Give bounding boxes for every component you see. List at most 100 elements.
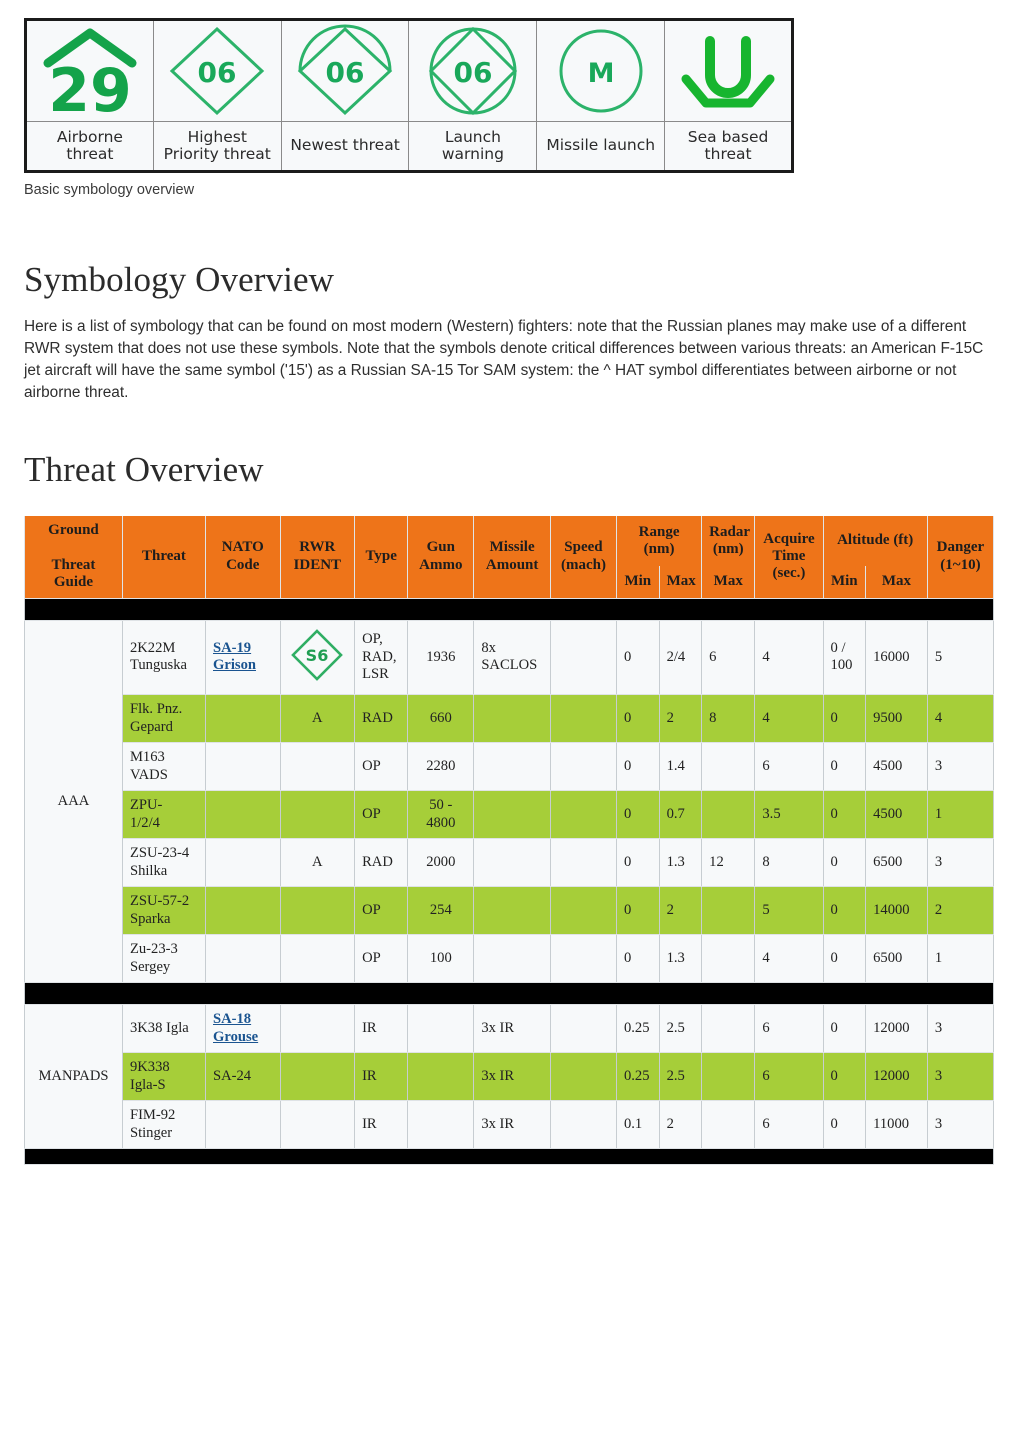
newest-threat-arc-diamond-icon: 06 bbox=[282, 21, 409, 121]
symbology-cell-newest-threat: 06 bbox=[280, 19, 410, 122]
table-row: M163 VADS OP 2280 0 1.4 6 0 4500 3 bbox=[25, 742, 995, 792]
rwr-diamond-icon: S6 bbox=[289, 627, 345, 683]
symbology-figure: 29 06 06 06 M Airborne threat Highest Pr… bbox=[24, 18, 996, 198]
cell-nato-code bbox=[205, 838, 281, 888]
cell-range-min: 0 bbox=[615, 694, 660, 744]
header-type: Type bbox=[354, 516, 409, 599]
nato-code-link[interactable]: SA-19 Grison bbox=[213, 640, 256, 674]
cell-range-max: 2 bbox=[658, 1100, 703, 1150]
cell-radar-max: 12 bbox=[701, 838, 756, 888]
header-missile-amount: Missile Amount bbox=[473, 516, 551, 599]
cell-threat: Flk. Pnz. Gepard bbox=[121, 694, 207, 744]
cell-threat: 3K38 Igla bbox=[121, 1004, 207, 1054]
cell-rwr-ident bbox=[279, 886, 356, 936]
cell-range-min: 0 bbox=[615, 790, 660, 840]
symbology-overview-paragraph: Here is a list of symbology that can be … bbox=[24, 318, 984, 401]
header-threat: Threat bbox=[121, 516, 207, 599]
cell-range-max: 2 bbox=[658, 694, 703, 744]
cell-nato-code[interactable]: SA-18 Grouse bbox=[205, 1004, 281, 1054]
cell-danger: 3 bbox=[926, 742, 995, 792]
cell-rwr-ident bbox=[279, 742, 356, 792]
cell-speed bbox=[549, 1100, 617, 1150]
threat-table-wrapper: Ground Threat Guide Threat NATO Code RWR IDE… bbox=[24, 516, 996, 1166]
cell-gun-ammo: 50 -4800 bbox=[407, 790, 475, 840]
svg-text:06: 06 bbox=[326, 56, 365, 89]
cell-rwr-ident bbox=[279, 1004, 356, 1054]
rwr-ident-text: A bbox=[312, 853, 323, 870]
header-radar: Radar (nm) bbox=[701, 516, 756, 567]
cell-range-min: 0 bbox=[615, 934, 660, 984]
table-row: 9K338 Igla-S SA-24 IR 3x IR 0.25 2.5 6 0 12000 3 bbox=[25, 1052, 995, 1102]
table-row: Flk. Pnz. Gepard A RAD 660 0 2 8 4 0 9500 4 bbox=[25, 694, 995, 744]
cell-altitude-min: 0 bbox=[822, 1004, 867, 1054]
cell-threat: Zu-23-3 Sergey bbox=[121, 934, 207, 984]
cell-radar-max bbox=[701, 886, 756, 936]
cell-type: OP bbox=[354, 934, 409, 984]
cell-gun-ammo bbox=[407, 1004, 475, 1054]
nato-code-link[interactable]: SA-18 Grouse bbox=[213, 1011, 258, 1045]
cell-altitude-min: 0 bbox=[822, 1100, 867, 1150]
cell-missile-amount: 3x IR bbox=[473, 1052, 551, 1102]
cell-danger: 2 bbox=[926, 886, 995, 936]
cell-acquire-time: 6 bbox=[754, 1052, 824, 1102]
cell-danger: 1 bbox=[926, 790, 995, 840]
cell-altitude-max: 6500 bbox=[865, 838, 928, 888]
symbology-figure-caption: Basic symbology overview bbox=[24, 182, 195, 198]
cell-range-max: 2.5 bbox=[658, 1052, 703, 1102]
cell-missile-amount bbox=[473, 838, 551, 888]
svg-text:S6: S6 bbox=[306, 646, 329, 665]
symbology-table: 29 06 06 06 M Airborne threat Highest Pr… bbox=[24, 18, 794, 173]
cell-acquire-time: 6 bbox=[754, 1100, 824, 1150]
cell-range-min: 0 bbox=[615, 742, 660, 792]
cell-altitude-min: 0 bbox=[822, 838, 867, 888]
symbology-label-launch-warning: Launch warning bbox=[408, 121, 538, 172]
sea-based-threat-u-icon bbox=[665, 21, 791, 121]
cell-threat: ZSU-57-2 Sparka bbox=[121, 886, 207, 936]
cell-rwr-ident: A bbox=[279, 694, 356, 744]
cell-altitude-min: 0 bbox=[822, 790, 867, 840]
cell-speed bbox=[549, 742, 617, 792]
airborne-threat-hat-icon: 29 bbox=[27, 21, 153, 121]
cell-gun-ammo: 660 bbox=[407, 694, 475, 744]
cell-danger: 1 bbox=[926, 934, 995, 984]
cell-speed bbox=[549, 934, 617, 984]
cell-danger: 3 bbox=[926, 1052, 995, 1102]
missile-launch-circle-icon: M bbox=[537, 21, 664, 121]
table-row: FIM-92 Stinger IR 3x IR 0.1 2 6 0 11000 3 bbox=[25, 1100, 995, 1150]
cell-missile-amount bbox=[473, 886, 551, 936]
threat-table-header-row-top: Ground Threat Guide Threat NATO Code RWR IDE… bbox=[24, 516, 995, 599]
cell-radar-max: 8 bbox=[701, 694, 756, 744]
cell-danger: 3 bbox=[926, 838, 995, 888]
svg-text:M: M bbox=[587, 58, 614, 89]
highest-priority-diamond-icon: 06 bbox=[154, 21, 281, 121]
cell-radar-max bbox=[701, 1100, 756, 1150]
cell-altitude-max: 12000 bbox=[865, 1004, 928, 1054]
header-nato-code: NATO Code bbox=[205, 516, 281, 599]
header-danger: Danger (1~10) bbox=[926, 516, 995, 599]
launch-warning-circle-diamond-icon: 06 bbox=[409, 21, 536, 121]
cell-danger: 3 bbox=[926, 1004, 995, 1054]
cell-range-max: 0.7 bbox=[658, 790, 703, 840]
cell-speed bbox=[549, 694, 617, 744]
symbology-cell-sea-based-threat bbox=[664, 19, 793, 122]
threat-table-body: AAA 2K22M Tunguska SA-19 Grison S6 OP, RAD, LSR 1… bbox=[24, 597, 995, 1166]
svg-text:06: 06 bbox=[453, 56, 492, 89]
cell-gun-ammo: 2280 bbox=[407, 742, 475, 792]
cell-radar-max bbox=[701, 790, 756, 840]
cell-gun-ammo bbox=[407, 1052, 475, 1102]
cell-missile-amount bbox=[473, 790, 551, 840]
cell-altitude-min: 0 bbox=[822, 886, 867, 936]
page-root: 29 06 06 06 M Airborne threat Highest Pr… bbox=[0, 0, 1020, 1166]
cell-gun-ammo: 1936 bbox=[407, 619, 475, 696]
cell-type: OP bbox=[354, 886, 409, 936]
cell-altitude-max: 11000 bbox=[865, 1100, 928, 1150]
cell-rwr-ident bbox=[279, 934, 356, 984]
cell-range-min: 0.1 bbox=[615, 1100, 660, 1150]
cell-danger: 3 bbox=[926, 1100, 995, 1150]
cell-nato-code[interactable]: SA-19 Grison bbox=[205, 619, 281, 696]
header-altitude-min: Min bbox=[822, 566, 867, 599]
cell-rwr-ident bbox=[279, 1100, 356, 1150]
table-row: Zu-23-3 Sergey OP 100 0 1.3 4 0 6500 1 bbox=[25, 934, 995, 984]
symbology-label-airborne-threat: Airborne threat bbox=[25, 121, 154, 172]
cell-acquire-time: 4 bbox=[754, 934, 824, 984]
